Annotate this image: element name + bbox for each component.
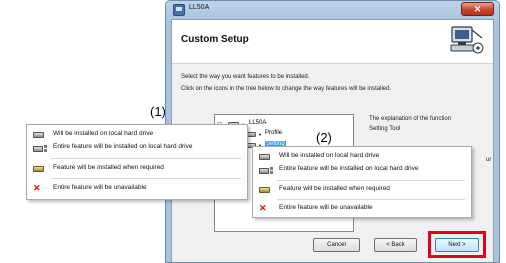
install-options-menu-1: Will be installed on local hard drive En… bbox=[26, 124, 248, 200]
menu-separator bbox=[51, 158, 241, 159]
menu-item-install-on-demand[interactable]: Feature will be installed when required bbox=[253, 184, 471, 196]
menu-item-label: Entire feature will be unavailable bbox=[53, 184, 147, 191]
next-button-highlight bbox=[428, 231, 486, 258]
explanation-partial-text: ur bbox=[486, 157, 492, 163]
menu-item-install-entire[interactable]: Entire feature will be installed on loca… bbox=[27, 142, 247, 154]
page-title: Custom Setup bbox=[181, 34, 249, 45]
menu-item-install-on-demand[interactable]: Feature will be installed when required bbox=[27, 163, 247, 175]
menu-item-label: Will be installed on local hard drive bbox=[279, 152, 380, 159]
menu-item-label: Feature will be installed when required bbox=[53, 164, 164, 171]
hard-drive-all-icon bbox=[33, 145, 48, 152]
install-on-demand-icon bbox=[33, 166, 44, 172]
menu-item-unavailable[interactable]: ✕ Entire feature will be unavailable bbox=[27, 183, 247, 195]
header-band: Custom Setup bbox=[172, 20, 493, 64]
cancel-button[interactable]: Cancel bbox=[313, 238, 360, 252]
menu-item-label: Will be installed on local hard drive bbox=[53, 130, 154, 137]
instruction-line-2: Click on the icons in the tree below to … bbox=[181, 86, 392, 92]
menu-item-label: Entire feature will be installed on loca… bbox=[279, 165, 419, 172]
hard-drive-all-icon bbox=[259, 167, 274, 174]
install-options-menu-2: Will be installed on local hard drive En… bbox=[252, 146, 472, 218]
menu-separator bbox=[277, 199, 465, 200]
explanation-line-2: Setting Tool bbox=[369, 126, 401, 132]
instruction-line-1: Select the way you want features to be i… bbox=[181, 74, 310, 80]
explanation-line-1: The explanation of the function bbox=[369, 116, 452, 122]
profile-dropdown-arrow[interactable]: ▼ bbox=[258, 132, 262, 137]
hard-drive-icon bbox=[33, 132, 44, 138]
menu-item-label: Entire feature will be installed on loca… bbox=[53, 143, 193, 150]
menu-item-unavailable[interactable]: ✕ Entire feature will be unavailable bbox=[253, 203, 471, 215]
close-button[interactable]: ✕ bbox=[461, 2, 494, 16]
title-bar[interactable]: LL50A ✕ bbox=[166, 1, 499, 19]
window-title: LL50A bbox=[189, 4, 210, 11]
app-icon bbox=[173, 4, 185, 16]
callout-label-2: (2) bbox=[316, 130, 332, 145]
unavailable-x-icon: ✕ bbox=[33, 183, 41, 193]
menu-item-install-entire[interactable]: Entire feature will be installed on loca… bbox=[253, 164, 471, 176]
tree-root-label[interactable]: LL50A bbox=[249, 120, 266, 126]
menu-separator bbox=[51, 178, 241, 179]
tree-item-profile[interactable]: Profile bbox=[265, 130, 282, 136]
menu-item-label: Entire feature will be unavailable bbox=[279, 204, 373, 211]
back-button[interactable]: < Back bbox=[374, 238, 417, 252]
unavailable-x-icon: ✕ bbox=[259, 203, 267, 213]
computer-setup-icon bbox=[450, 26, 484, 54]
menu-item-label: Feature will be installed when required bbox=[279, 185, 390, 192]
menu-item-install-local[interactable]: Will be installed on local hard drive bbox=[253, 151, 471, 163]
install-on-demand-icon bbox=[259, 187, 270, 193]
hard-drive-icon bbox=[259, 154, 270, 160]
menu-item-install-local[interactable]: Will be installed on local hard drive bbox=[27, 129, 247, 141]
menu-separator bbox=[277, 180, 465, 181]
callout-label-1: (1) bbox=[150, 104, 166, 119]
